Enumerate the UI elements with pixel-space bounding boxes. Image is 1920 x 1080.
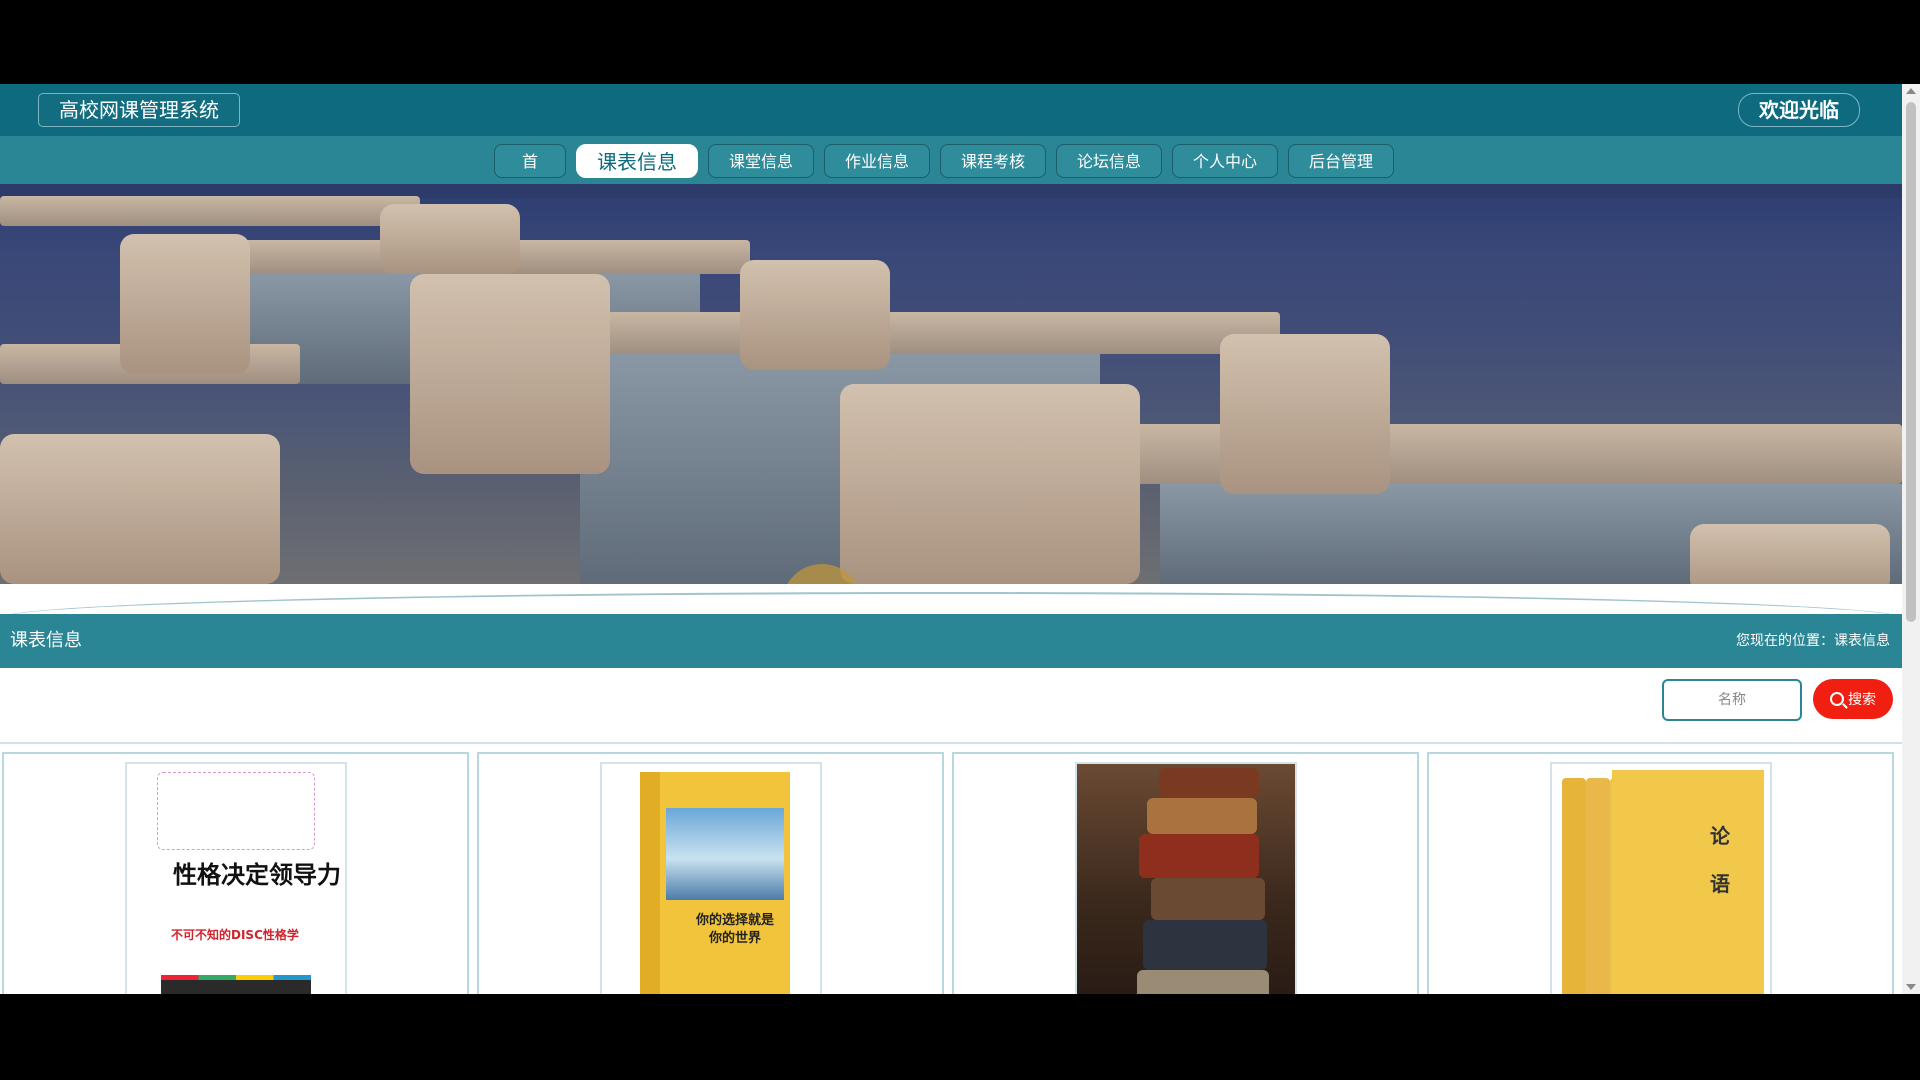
banner-chair — [740, 260, 890, 370]
book-stack-item — [1147, 798, 1257, 834]
nav-item-schedule[interactable]: 课表信息 — [576, 144, 698, 178]
nav-list: 首页 课表信息 课堂信息 作业信息 课程考核 论坛信息 个人中心 后台管理 — [494, 144, 1394, 205]
book-stack-item — [1151, 878, 1265, 920]
cover-background — [1612, 770, 1764, 994]
cover-spine — [640, 772, 660, 994]
browser-viewport: 高校网课管理系统 欢迎光临 首页 课表信息 课堂信息 作业信息 课程考核 论坛信… — [0, 84, 1920, 994]
list-item[interactable]: 论语 — [1427, 752, 1894, 994]
cover-spine — [1562, 778, 1586, 994]
breadcrumb: 您现在的位置：课表信息 — [1736, 633, 1890, 649]
book-stack-item — [1137, 970, 1269, 994]
card-cover-image[interactable]: 性格决定领导力 不可不知的DISC性格学 — [125, 762, 347, 994]
cover-title: 你的选择就是你的世界 — [695, 913, 774, 946]
banner-chair — [0, 434, 280, 584]
nav-item-home[interactable]: 首页 — [494, 144, 566, 205]
list-item[interactable]: 性格决定领导力 不可不知的DISC性格学 — [2, 752, 469, 994]
banner-carousel[interactable] — [0, 184, 1902, 584]
card-cover-image[interactable] — [1075, 762, 1297, 994]
page-scrollbar[interactable] — [1902, 84, 1920, 994]
cover-footer — [161, 980, 311, 994]
search-button[interactable]: 搜索 — [1813, 679, 1893, 719]
nav-item-homework[interactable]: 作业信息 — [824, 144, 930, 178]
banner-chair — [380, 204, 520, 274]
main-nav: 首页 课表信息 课堂信息 作业信息 课程考核 论坛信息 个人中心 后台管理 — [0, 136, 1902, 205]
list-item[interactable] — [952, 752, 1419, 994]
top-header: 高校网课管理系统 欢迎光临 — [0, 84, 1902, 136]
welcome-badge: 欢迎光临 — [1738, 93, 1860, 127]
list-item[interactable]: 你的选择就是你的世界 — [477, 752, 944, 994]
search-input[interactable] — [1662, 679, 1802, 721]
nav-item-personal-center[interactable]: 个人中心 — [1172, 144, 1278, 178]
card-list: 性格决定领导力 不可不知的DISC性格学 你的选择就是你的世界 论语 — [2, 752, 1894, 994]
search-icon — [1830, 692, 1844, 706]
banner-chair — [410, 274, 610, 474]
card-cover-image[interactable]: 论语 — [1550, 762, 1772, 994]
book-stack-item — [1143, 920, 1267, 970]
search-button-label: 搜索 — [1848, 691, 1876, 707]
cover-title: 论语 — [1710, 824, 1730, 896]
scroll-thumb[interactable] — [1906, 102, 1916, 622]
banner-chair — [840, 384, 1140, 584]
scroll-down-icon[interactable] — [1906, 984, 1916, 990]
cover-spine — [1586, 778, 1610, 994]
site-title[interactable]: 高校网课管理系统 — [38, 93, 240, 127]
cover-title: 性格决定领导力 — [173, 861, 341, 889]
banner-chair — [1220, 334, 1390, 494]
cover-background: 你的选择就是你的世界 — [640, 772, 790, 994]
book-stack-item — [1139, 834, 1259, 878]
cover-subtitle: 不可不知的DISC性格学 — [171, 928, 299, 942]
nav-item-classroom[interactable]: 课堂信息 — [708, 144, 814, 178]
cover-illustration — [157, 772, 315, 850]
section-title: 课表信息 — [10, 630, 82, 651]
section-header: 课表信息 您现在的位置：课表信息 — [0, 614, 1902, 668]
scroll-up-icon[interactable] — [1906, 88, 1916, 94]
content-divider — [0, 742, 1902, 744]
banner-chair — [120, 234, 250, 374]
banner-chair — [1690, 524, 1890, 584]
nav-item-admin[interactable]: 后台管理 — [1288, 144, 1394, 178]
nav-item-forum[interactable]: 论坛信息 — [1056, 144, 1162, 178]
cover-photo — [666, 808, 784, 900]
nav-item-course-exam[interactable]: 课程考核 — [940, 144, 1046, 178]
banner-desk — [520, 312, 1280, 354]
banner-desk — [0, 196, 420, 226]
book-stack-item — [1159, 768, 1259, 798]
card-cover-image[interactable]: 你的选择就是你的世界 — [600, 762, 822, 994]
